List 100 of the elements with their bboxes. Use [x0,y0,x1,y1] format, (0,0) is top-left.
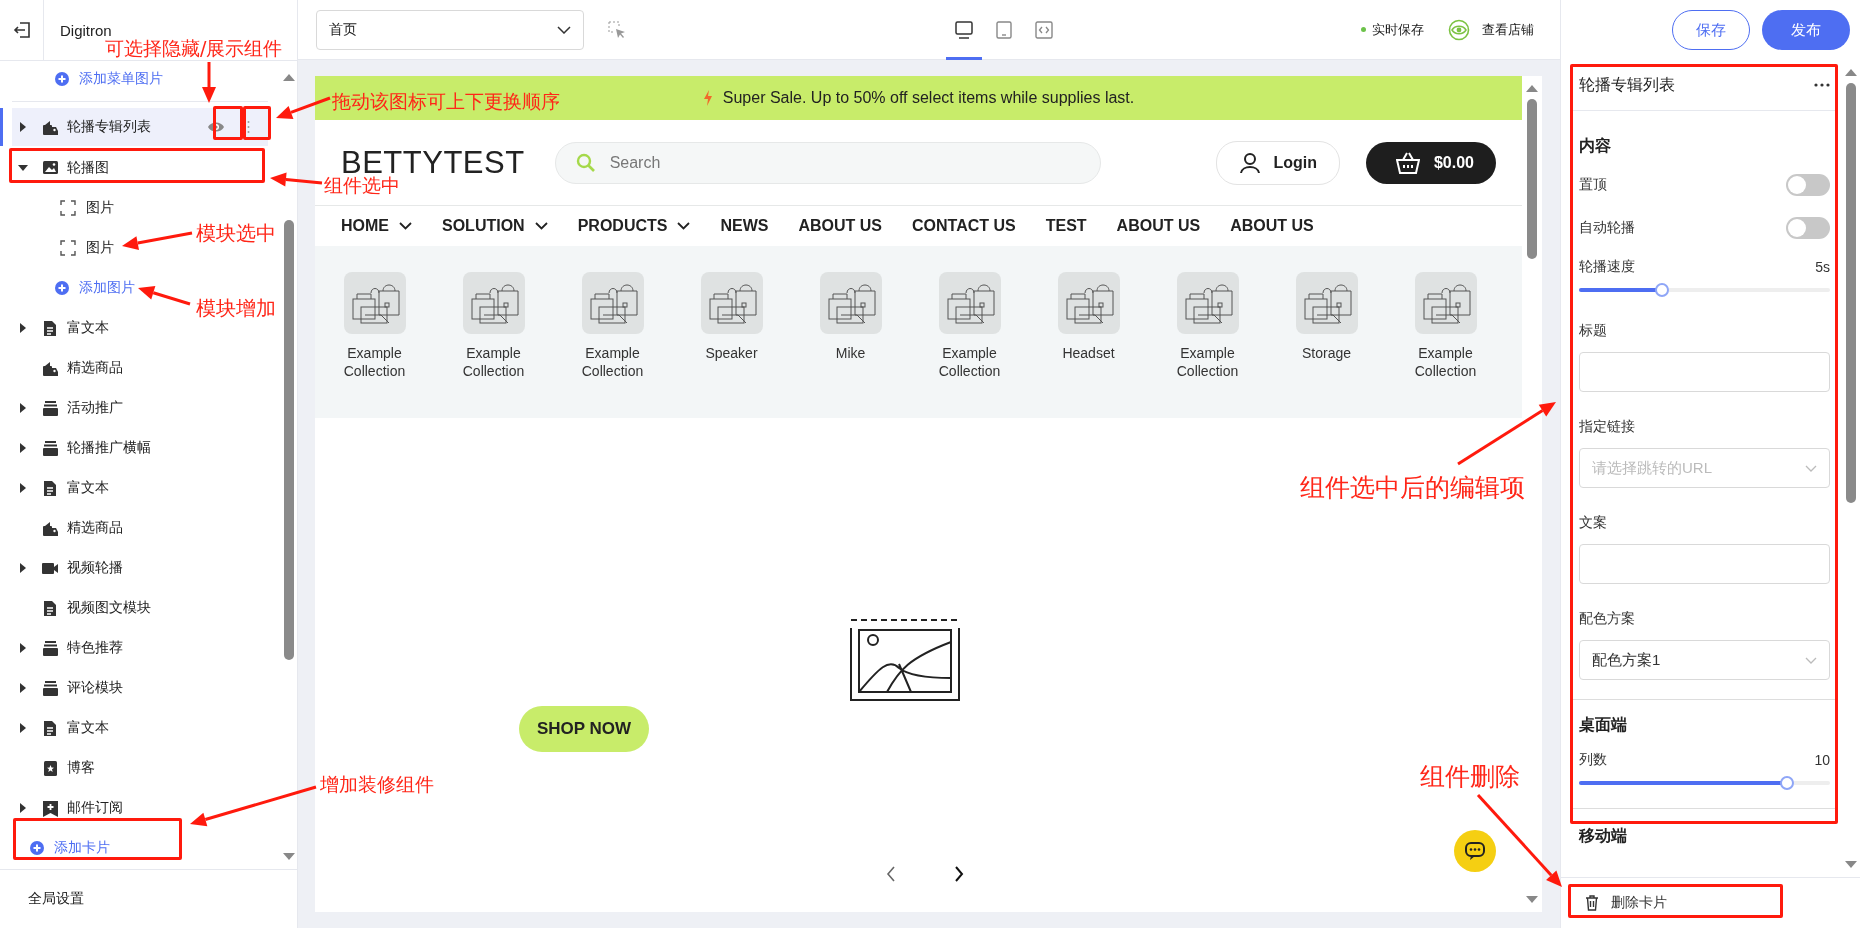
nav-link[interactable]: CONTACT US [912,217,1016,235]
collection-label[interactable]: Headset [1048,344,1129,362]
nav-link[interactable]: ABOUT US [1116,217,1201,235]
collection-thumbnail[interactable] [581,272,644,334]
caret-right-icon[interactable] [18,322,28,334]
caret-right-icon[interactable] [18,802,28,814]
sidebar-item[interactable]: 评论模块 [0,668,129,708]
nav-link[interactable]: PRODUCTS [577,217,691,235]
chat-button[interactable] [1454,830,1496,872]
nav-link[interactable]: ABOUT US [1230,217,1314,235]
exit-icon[interactable] [12,21,31,39]
sidebar-subitem[interactable]: 图片 [0,188,120,228]
slider-thumb[interactable] [1654,283,1669,297]
collection-thumbnail[interactable] [819,272,882,334]
more-icon[interactable] [1814,83,1830,87]
publish-button[interactable]: 发布 [1762,10,1850,50]
shop-now-button[interactable]: SHOP NOW [519,706,650,752]
sidebar-item[interactable]: 轮播专辑列表 [0,108,268,146]
chevron-right-icon[interactable] [954,866,964,882]
collection-label[interactable]: Example Collection [1405,344,1486,380]
cart-button[interactable]: $0.00 [1365,141,1496,184]
scroll-up-icon[interactable] [1525,84,1539,93]
page-select[interactable]: 首页 [316,9,584,50]
collection-label[interactable]: Speaker [691,344,772,362]
scrollbar-thumb[interactable] [284,220,294,660]
scroll-down-icon[interactable] [1525,895,1539,904]
sidebar-item[interactable]: 轮播图 [0,148,115,188]
nav-link[interactable]: TEST [1045,217,1087,235]
scroll-up-icon[interactable] [1844,68,1858,77]
sidebar-item[interactable]: 邮件订阅 [0,788,129,828]
collection-thumbnail[interactable] [938,272,1001,334]
collection-label[interactable]: Mike [810,344,891,362]
eye-icon[interactable] [207,121,225,133]
toggle-switch[interactable] [1786,173,1830,196]
scrollbar-thumb[interactable] [1527,99,1537,259]
slider-thumb[interactable] [1780,776,1795,790]
autosave-label: 实时保存 [1372,20,1424,39]
sidebar-item[interactable]: 精选商品 [0,348,129,388]
sidebar-item[interactable]: 视频轮播 [0,548,129,588]
login-button[interactable]: Login [1216,140,1340,185]
scroll-up-icon[interactable] [282,73,296,82]
bag-icon [42,519,59,537]
sidebar-item[interactable]: 轮播推广横幅 [0,428,157,468]
add-menu-image-link[interactable]: 添加菜单图片 [0,61,163,97]
scrollbar-thumb[interactable] [1846,83,1856,503]
caret-right-icon[interactable] [18,562,28,574]
toggle-switch[interactable] [1786,216,1830,239]
sidebar-item[interactable]: 富文本 [0,468,115,508]
sidebar-item[interactable]: 视频图文模块 [0,588,157,628]
global-settings-link[interactable]: 全局设置 [28,890,84,908]
nav-link[interactable]: NEWS [720,217,769,235]
sidebar-item[interactable]: 博客 [0,748,101,788]
text-input[interactable] [1579,544,1830,584]
add-image-link[interactable]: 添加图片 [0,268,135,308]
delete-card-button[interactable]: 删除卡片 [1585,894,1667,912]
field-label: 配色方案 [1579,610,1636,628]
text-input[interactable] [1579,352,1830,392]
search-field[interactable]: Search [554,141,1101,184]
caret-right-icon[interactable] [18,402,28,414]
collection-thumbnail[interactable] [1414,272,1477,334]
collection-thumbnail[interactable] [343,272,406,334]
collection-label[interactable]: Example Collection [929,344,1010,380]
scroll-down-icon[interactable] [1844,860,1858,869]
selection-cursor-icon[interactable] [608,20,626,39]
sidebar-item[interactable]: 活动推广 [0,388,129,428]
scroll-down-icon[interactable] [282,852,296,861]
sidebar-item[interactable]: 精选商品 [0,508,129,548]
nav-link[interactable]: HOME [341,217,412,235]
section-heading: 移动端 [1579,826,1628,846]
collection-label[interactable]: Example Collection [453,344,534,380]
sidebar-item[interactable]: 富文本 [0,308,115,348]
caret-right-icon[interactable] [18,642,28,654]
collection-thumbnail[interactable] [700,272,763,334]
sidebar-subitem[interactable]: 图片 [0,228,120,268]
field-label: 标题 [1579,322,1608,340]
field-label: 指定链接 [1579,418,1636,436]
add-card-link[interactable]: 添加卡片 [14,828,110,868]
collection-label[interactable]: Example Collection [1167,344,1248,380]
collection-label[interactable]: Example Collection [572,344,653,380]
sidebar-item[interactable]: 特色推荐 [0,628,129,668]
nav-link[interactable]: SOLUTION [442,217,548,235]
view-store-link[interactable]: 查看店铺 [1448,18,1534,41]
collection-thumbnail[interactable] [1176,272,1239,334]
nav-link[interactable]: ABOUT US [798,217,882,235]
collection-thumbnail[interactable] [1295,272,1358,334]
chevron-left-icon[interactable] [886,866,896,882]
caret-right-icon[interactable] [18,682,28,694]
collection-label[interactable]: Example Collection [334,344,415,380]
caret-right-icon[interactable] [18,722,28,734]
document-icon [42,479,59,497]
sidebar-item[interactable]: 富文本 [0,708,115,748]
bag-icon [42,118,59,136]
collection-thumbnail[interactable] [462,272,525,334]
collection-thumbnail[interactable] [1057,272,1120,334]
caret-right-icon[interactable] [18,442,28,454]
save-button[interactable]: 保存 [1672,10,1750,50]
caret-right-icon[interactable] [18,121,28,133]
collection-label[interactable]: Storage [1286,344,1367,362]
caret-right-icon[interactable] [18,482,28,494]
select-field[interactable]: 配色方案1 [1579,640,1830,680]
